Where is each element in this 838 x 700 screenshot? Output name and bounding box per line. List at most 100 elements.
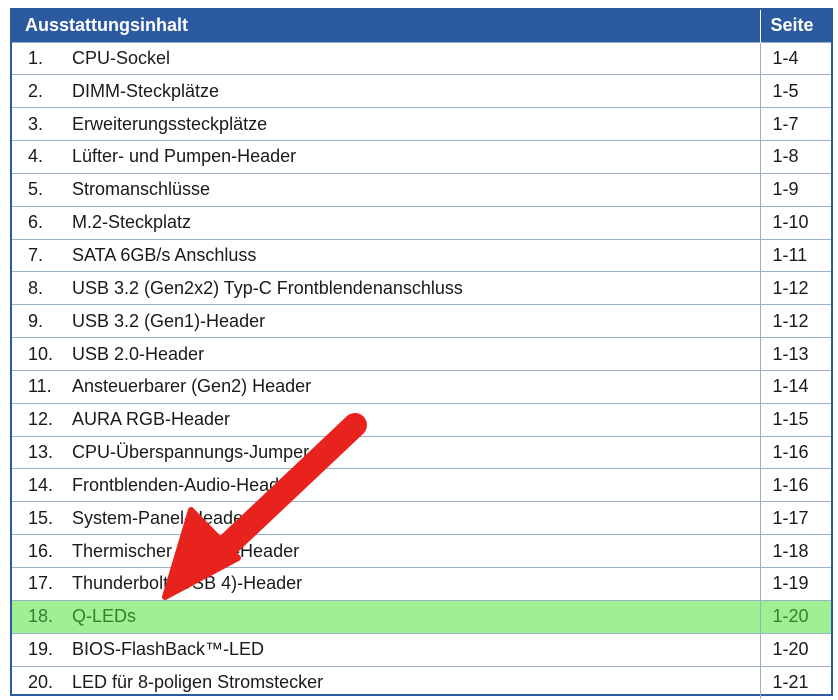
row-number: 3. bbox=[28, 113, 44, 134]
row-title: BIOS-FlashBack™-LED bbox=[72, 639, 265, 660]
row-title: USB 2.0-Header bbox=[72, 343, 205, 364]
row-title: AURA RGB-Header bbox=[72, 409, 231, 430]
row-title: Erweiterungssteckplätze bbox=[72, 113, 268, 134]
row-title: Stromanschlüsse bbox=[72, 179, 211, 200]
table-row: 13. CPU-Überspannungs-Jumper 1-16 bbox=[12, 435, 831, 469]
row-number: 16. bbox=[28, 540, 54, 561]
row-page: 1-4 bbox=[759, 41, 831, 75]
row-number: 9. bbox=[28, 310, 44, 331]
row-title-cell: 17. Thunderbolt (USB 4)-Header bbox=[12, 567, 760, 601]
table-row: 19. BIOS-FlashBack™-LED 1-20 bbox=[12, 632, 831, 667]
table-row: 5. Stromanschlüsse 1-9 bbox=[12, 172, 831, 207]
table-row: 9. USB 3.2 (Gen1)-Header 1-12 bbox=[12, 304, 831, 338]
table-row: 18. Q-LEDs 1-20 bbox=[12, 599, 831, 634]
row-title: USB 3.2 (Gen2x2) Typ-C Frontblendenansch… bbox=[72, 277, 463, 298]
row-title: Frontblenden-Audio-Header bbox=[72, 474, 296, 495]
row-number: 13. bbox=[28, 442, 54, 463]
row-title: Ansteuerbarer (Gen2) Header bbox=[72, 376, 312, 397]
contents-table: Ausstattungsinhalt Seite 1. CPU-Sockel 1-4… bbox=[12, 10, 831, 699]
row-title-cell: 7. SATA 6GB/s Anschluss bbox=[12, 238, 760, 272]
row-title: Q-LEDs bbox=[72, 606, 137, 627]
header-title: Ausstattungsinhalt bbox=[25, 15, 189, 36]
row-page: 1-8 bbox=[759, 140, 831, 174]
row-title-cell: 14. Frontblenden-Audio-Header bbox=[12, 468, 760, 502]
row-number: 17. bbox=[28, 573, 54, 594]
row-page: 1-12 bbox=[759, 304, 831, 338]
row-number: 11. bbox=[28, 376, 52, 397]
row-title-cell: 6. M.2-Steckplatz bbox=[12, 205, 760, 240]
row-page: 1-10 bbox=[759, 205, 831, 240]
table-row: 17. Thunderbolt (USB 4)-Header 1-19 bbox=[12, 567, 831, 601]
row-number: 12. bbox=[28, 409, 54, 430]
row-title-cell: 16. Thermischer Sensor-Header bbox=[12, 534, 760, 568]
row-number: 19. bbox=[28, 639, 54, 660]
row-title-cell: 18. Q-LEDs bbox=[12, 599, 760, 634]
row-page: 1-20 bbox=[759, 599, 831, 634]
table-row: 16. Thermischer Sensor-Header 1-18 bbox=[12, 534, 831, 568]
row-title-cell: 20. LED für 8-poligen Stromstecker bbox=[12, 665, 760, 699]
table-row: 10. USB 2.0-Header 1-13 bbox=[12, 337, 831, 371]
table-row: 3. Erweiterungssteckplätze 1-7 bbox=[12, 107, 831, 141]
row-number: 10. bbox=[28, 343, 54, 364]
row-page: 1-9 bbox=[759, 172, 831, 207]
row-title-cell: 15. System-Panel-Header bbox=[12, 501, 760, 535]
row-title-cell: 19. BIOS-FlashBack™-LED bbox=[12, 632, 760, 667]
table-row: 20. LED für 8-poligen Stromstecker 1-21 bbox=[12, 665, 831, 699]
table-row: 7. SATA 6GB/s Anschluss 1-11 bbox=[12, 238, 831, 272]
row-number: 7. bbox=[28, 244, 44, 265]
row-title-cell: 12. AURA RGB-Header bbox=[12, 402, 760, 437]
row-page: 1-12 bbox=[759, 271, 831, 305]
table-row: 12. AURA RGB-Header 1-15 bbox=[12, 402, 831, 437]
row-number: 4. bbox=[28, 146, 44, 167]
table-row: 8. USB 3.2 (Gen2x2) Typ-C Frontblendenans… bbox=[12, 271, 831, 305]
row-page: 1-20 bbox=[759, 632, 831, 667]
table-row: 1. CPU-Sockel 1-4 bbox=[12, 41, 831, 75]
row-title-cell: 10. USB 2.0-Header bbox=[12, 337, 760, 371]
row-number: 18. bbox=[28, 606, 54, 627]
row-title-cell: 2. DIMM-Steckplätze bbox=[12, 74, 760, 108]
row-title: M.2-Steckplatz bbox=[72, 212, 192, 233]
row-title: System-Panel-Header bbox=[72, 507, 250, 528]
row-number: 20. bbox=[28, 672, 54, 693]
row-title-cell: 13. CPU-Überspannungs-Jumper bbox=[12, 435, 760, 469]
table-row: 4. Lüfter- und Pumpen-Header 1-8 bbox=[12, 140, 831, 174]
row-title: DIMM-Steckplätze bbox=[72, 80, 220, 101]
row-page: 1-18 bbox=[759, 534, 831, 568]
row-title: Thermischer Sensor-Header bbox=[72, 540, 300, 561]
row-title-cell: 3. Erweiterungssteckplätze bbox=[12, 107, 760, 141]
row-title-cell: 1. CPU-Sockel bbox=[12, 41, 760, 75]
table-header-row: Ausstattungsinhalt Seite bbox=[12, 10, 831, 42]
row-number: 15. bbox=[28, 507, 54, 528]
row-number: 6. bbox=[28, 212, 44, 233]
row-title-cell: 4. Lüfter- und Pumpen-Header bbox=[12, 140, 760, 174]
row-page: 1-16 bbox=[759, 468, 831, 502]
row-number: 2. bbox=[28, 80, 44, 101]
row-page: 1-5 bbox=[759, 74, 831, 108]
row-number: 1. bbox=[28, 47, 44, 68]
row-title: CPU-Sockel bbox=[72, 47, 171, 68]
row-title: Lüfter- und Pumpen-Header bbox=[72, 146, 297, 167]
table-row: 6. M.2-Steckplatz 1-10 bbox=[12, 205, 831, 240]
row-page: 1-19 bbox=[759, 567, 831, 601]
row-page: 1-16 bbox=[759, 435, 831, 469]
row-page: 1-17 bbox=[759, 501, 831, 535]
row-title-cell: 8. USB 3.2 (Gen2x2) Typ-C Frontblendenans… bbox=[12, 271, 760, 305]
row-title: Thunderbolt (USB 4)-Header bbox=[72, 573, 303, 594]
table-row: 2. DIMM-Steckplätze 1-5 bbox=[12, 74, 831, 108]
row-title-cell: 11. Ansteuerbarer (Gen2) Header bbox=[12, 369, 760, 404]
contents-table-frame: Ausstattungsinhalt Seite 1. CPU-Sockel 1-4… bbox=[10, 8, 833, 699]
row-page: 1-14 bbox=[759, 369, 831, 404]
row-page: 1-11 bbox=[759, 238, 831, 272]
row-page: 1-13 bbox=[759, 337, 831, 371]
row-page: 1-7 bbox=[759, 107, 831, 141]
row-title: LED für 8-poligen Stromstecker bbox=[72, 672, 324, 693]
row-title-cell: 5. Stromanschlüsse bbox=[12, 172, 760, 207]
table-row: 11. Ansteuerbarer (Gen2) Header 1-14 bbox=[12, 369, 831, 404]
row-title: CPU-Überspannungs-Jumper bbox=[72, 442, 310, 463]
header-page: Seite bbox=[759, 10, 831, 42]
row-title-cell: 9. USB 3.2 (Gen1)-Header bbox=[12, 304, 760, 338]
row-number: 5. bbox=[28, 179, 44, 200]
row-title: SATA 6GB/s Anschluss bbox=[72, 244, 257, 265]
row-page: 1-21 bbox=[759, 665, 831, 699]
table-row: 15. System-Panel-Header 1-17 bbox=[12, 501, 831, 535]
